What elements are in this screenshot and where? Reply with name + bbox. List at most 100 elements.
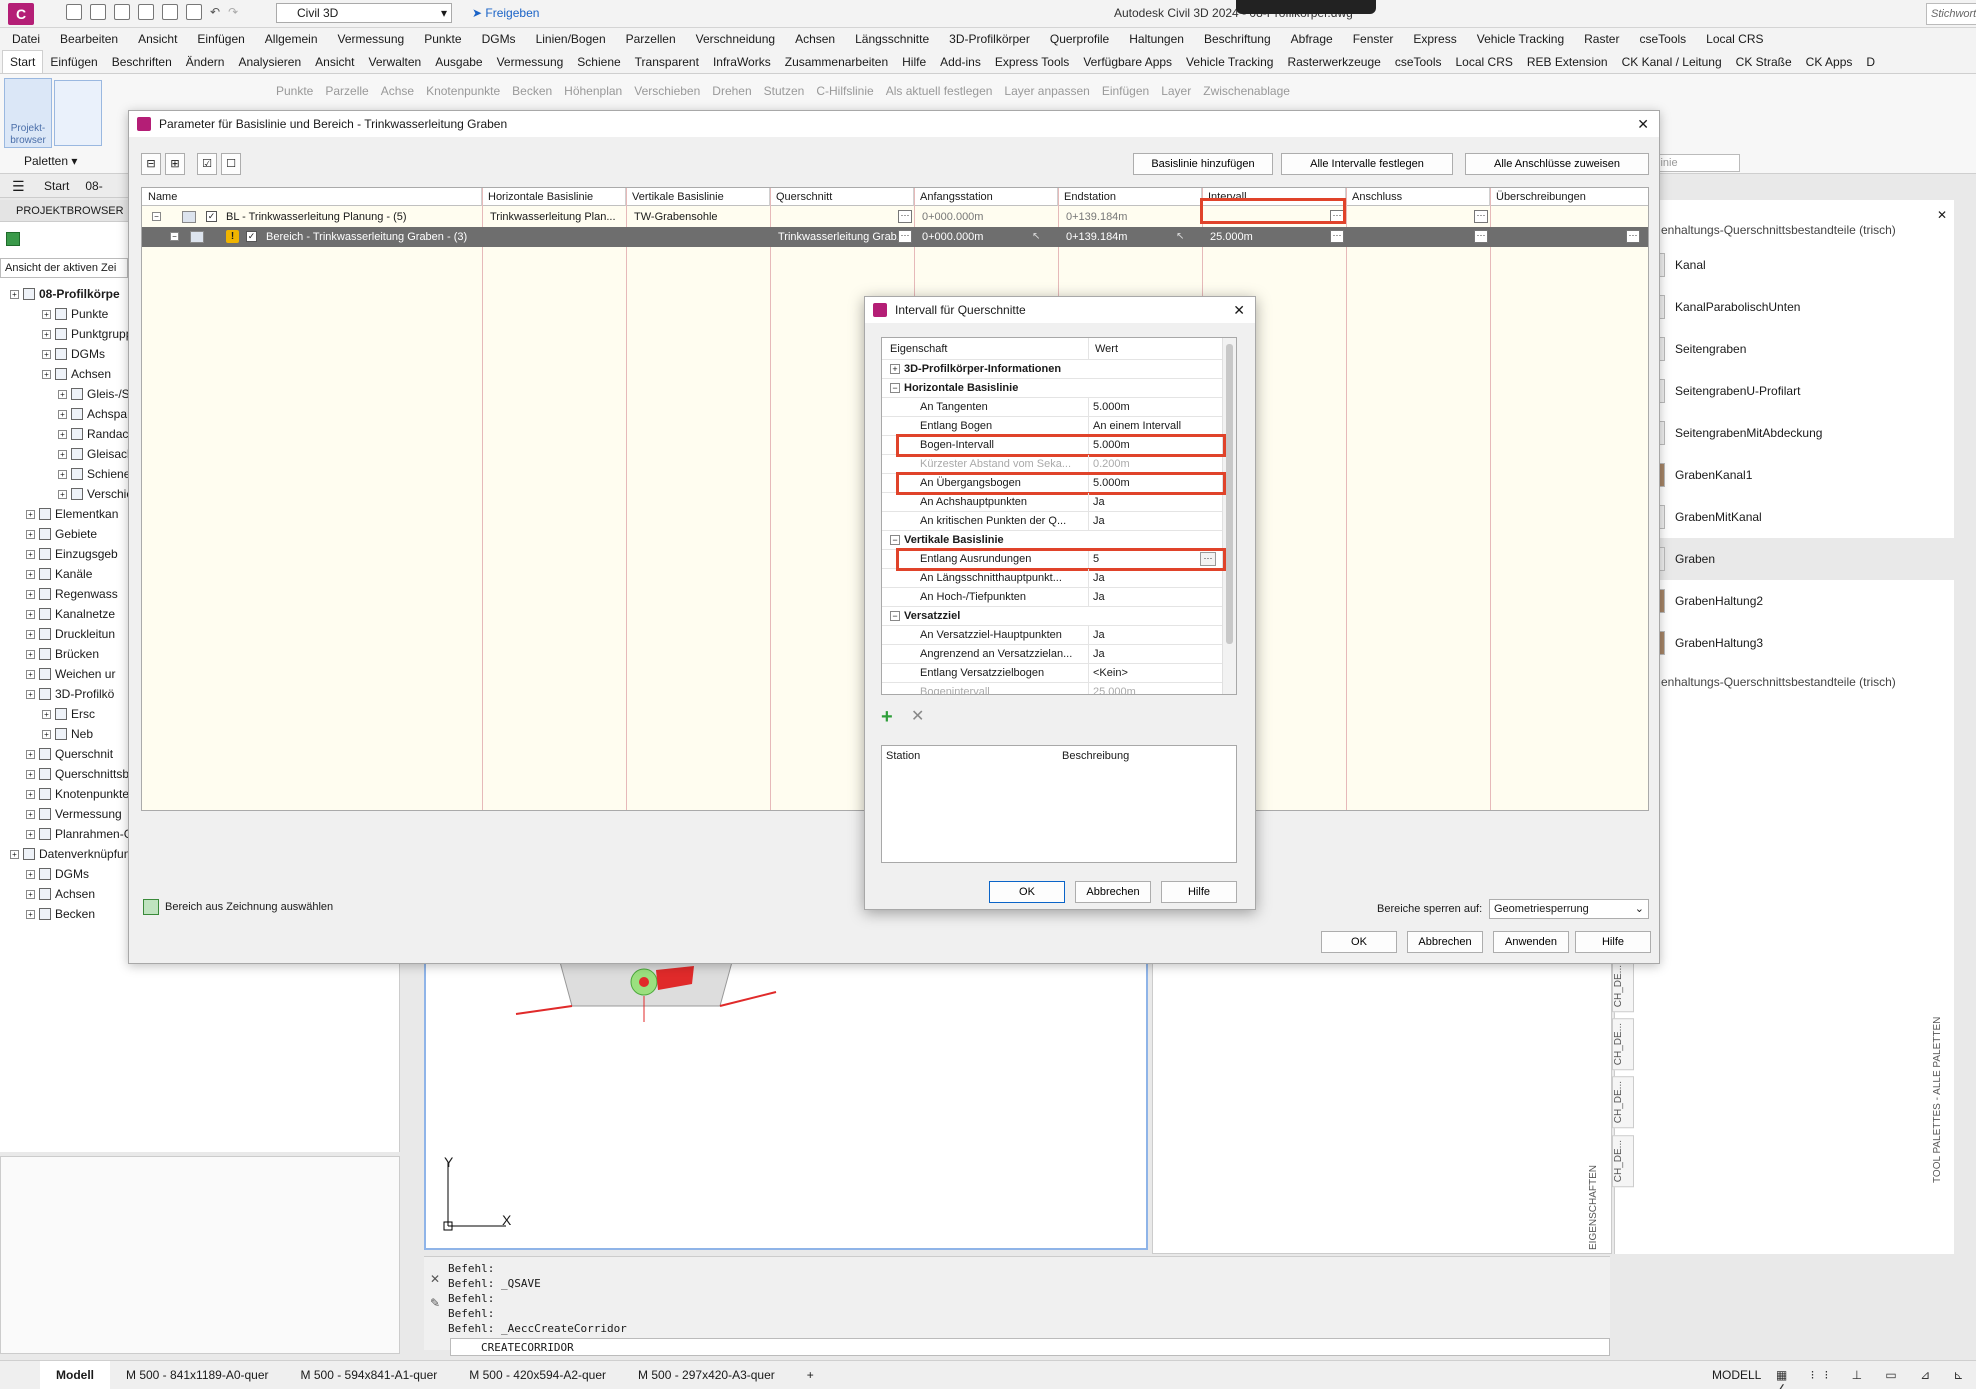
expand-icon[interactable]: + [58, 409, 67, 419]
menu-vehicle-tracking[interactable]: Vehicle Tracking [1467, 28, 1574, 50]
pick-station-icon[interactable]: ↖ [1032, 231, 1040, 242]
property-row[interactable]: An Achshauptpunkten Ja [882, 493, 1222, 512]
menu-local-crs[interactable]: Local CRS [1696, 28, 1773, 50]
remove-station-icon[interactable]: ✕ [911, 707, 924, 727]
secondary-viewport[interactable] [1152, 960, 1612, 1254]
collapse-icon[interactable]: − [170, 232, 179, 241]
palette-item-grabenkanal1[interactable]: GrabenKanal1 [1615, 454, 1954, 496]
expand-icon[interactable]: + [42, 709, 51, 719]
tab-rasterwerkzeuge[interactable]: Rasterwerkzeuge [1280, 50, 1387, 74]
category-expander-icon[interactable]: + [890, 364, 900, 374]
cell-name[interactable]: Bereich - Trinkwasserleitung Graben - (3… [262, 227, 482, 247]
expand-icon[interactable]: + [26, 609, 35, 619]
tab-einfügen[interactable]: Einfügen [43, 50, 104, 74]
row-checkbox[interactable]: ✓ [246, 231, 257, 242]
expand-icon[interactable]: + [26, 769, 35, 779]
palette-item-graben[interactable]: Graben [1615, 538, 1954, 580]
add-station-icon[interactable]: + [881, 707, 893, 727]
property-value[interactable]: Ja [1088, 645, 1222, 664]
expand-icon[interactable]: + [26, 909, 35, 919]
property-value[interactable]: Ja [1088, 512, 1222, 531]
property-row[interactable]: An Versatzziel-Hauptpunkten Ja [882, 626, 1222, 645]
cell-horizontal[interactable] [486, 227, 626, 247]
select-region-from-drawing[interactable]: Bereich aus Zeichnung auswählen [143, 899, 333, 915]
save-as-icon[interactable] [138, 4, 154, 20]
save-icon[interactable] [114, 4, 130, 20]
expand-icon[interactable]: + [26, 869, 35, 879]
property-category[interactable]: − Versatzziel [882, 607, 1222, 626]
palette-item-grabenmitkanal[interactable]: GrabenMitKanal [1615, 496, 1954, 538]
tab-schiene[interactable]: Schiene [570, 50, 627, 74]
layout-tab-3[interactable]: M 500 - 420x594-A2-quer [453, 1361, 622, 1389]
layout-tab-1[interactable]: M 500 - 841x1189-A0-quer [110, 1361, 285, 1389]
property-value[interactable]: <Kein> [1088, 664, 1222, 683]
expand-icon[interactable]: + [42, 729, 51, 739]
expand-icon[interactable]: + [26, 689, 35, 699]
property-row[interactable]: An kritischen Punkten der Q... Ja [882, 512, 1222, 531]
main-help-button[interactable]: Hilfe [1575, 931, 1651, 953]
palette-item-grabenhaltung3[interactable]: GrabenHaltung3 [1615, 622, 1954, 664]
ellipsis-button[interactable]: ··· [1330, 230, 1344, 243]
expand-icon[interactable]: + [26, 589, 35, 599]
cell-interval[interactable]: 25.000m [1206, 227, 1346, 247]
ellipsis-button[interactable]: ··· [898, 230, 912, 243]
cell-vertical[interactable]: TW-Grabensohle [630, 207, 770, 227]
expand-icon[interactable]: + [42, 369, 51, 379]
property-category[interactable]: − Horizontale Basislinie [882, 379, 1222, 398]
expand-icon[interactable]: + [26, 509, 35, 519]
cell-name[interactable]: BL - Trinkwasserleitung Planung - (5) [222, 207, 482, 227]
project-browser-button[interactable]: Projekt-browser [4, 78, 52, 148]
menu-abfrage[interactable]: Abfrage [1281, 28, 1343, 50]
tab-ck-straße[interactable]: CK Straße [1729, 50, 1799, 74]
app-logo-icon[interactable]: C [8, 3, 34, 25]
expand-icon[interactable]: + [26, 809, 35, 819]
expand-icon[interactable]: + [26, 889, 35, 899]
tab-d[interactable]: D [1859, 50, 1882, 74]
main-cancel-button[interactable]: Abbrechen [1407, 931, 1483, 953]
layout-tab-0[interactable]: Modell [40, 1361, 110, 1389]
tab-hilfe[interactable]: Hilfe [895, 50, 933, 74]
ribbon-layer-button[interactable]: Layer [1155, 82, 1197, 100]
property-value[interactable]: Ja [1088, 493, 1222, 512]
layout-tab-4[interactable]: M 500 - 297x420-A3-quer [622, 1361, 791, 1389]
ribbon-parzelle-button[interactable]: Parzelle [319, 82, 374, 100]
menu-allgemein[interactable]: Allgemein [255, 28, 328, 50]
expand-icon[interactable]: + [26, 789, 35, 799]
model-mode-label[interactable]: MODELL [1712, 1368, 1761, 1382]
ribbon-als-aktuell-festlegen-button[interactable]: Als aktuell festlegen [880, 82, 999, 100]
expand-icon[interactable]: + [26, 829, 35, 839]
station-list[interactable]: Station Beschreibung [881, 745, 1237, 863]
cell-horizontal[interactable]: Trinkwasserleitung Plan... [486, 207, 626, 227]
collapse-icon[interactable]: ⊞ [165, 153, 185, 175]
uncheck-all-icon[interactable]: ☐ [221, 153, 241, 175]
property-category[interactable]: +3D-Profilkörper-Informationen [882, 360, 1222, 379]
expand-icon[interactable]: + [26, 669, 35, 679]
interval-help-button[interactable]: Hilfe [1161, 881, 1237, 903]
interval-cancel-button[interactable]: Abbrechen [1075, 881, 1151, 903]
tab-vermessung[interactable]: Vermessung [490, 50, 571, 74]
ribbon-becken-button[interactable]: Becken [506, 82, 558, 100]
column-header-anschluss[interactable]: Anschluss [1346, 188, 1490, 206]
property-value[interactable]: Ja [1088, 569, 1222, 588]
menu-einfügen[interactable]: Einfügen [187, 28, 254, 50]
command-close-icon[interactable]: ✕ [430, 1272, 440, 1286]
category-expander-icon[interactable]: − [890, 611, 900, 621]
property-scrollbar[interactable] [1222, 338, 1236, 694]
lock-regions-dropdown[interactable]: Geometriesperrung ⌄ [1489, 899, 1649, 919]
menu-datei[interactable]: Datei [2, 28, 50, 50]
command-input[interactable]: CREATECORRIDOR [481, 1341, 574, 1354]
tab-add-ins[interactable]: Add-ins [933, 50, 988, 74]
share-button[interactable]: ➤ Freigeben [472, 6, 539, 20]
property-value[interactable]: Ja [1088, 626, 1222, 645]
expand-icon[interactable]: + [58, 469, 67, 479]
property-row[interactable]: Entlang Versatzzielbogen <Kein> [882, 664, 1222, 683]
tab-beschriften[interactable]: Beschriften [105, 50, 179, 74]
filter-icon[interactable]: ⊟ [141, 153, 161, 175]
menu-parzellen[interactable]: Parzellen [616, 28, 686, 50]
column-header-vertikale-basislinie[interactable]: Vertikale Basislinie [626, 188, 770, 206]
add-baseline-button[interactable]: Basislinie hinzufügen [1133, 153, 1273, 175]
paletten-dropdown[interactable]: Paletten ▾ [24, 154, 77, 168]
ribbon-punkte-button[interactable]: Punkte [270, 82, 319, 100]
menu-punkte[interactable]: Punkte [414, 28, 471, 50]
palette-item-grabenhaltung2[interactable]: GrabenHaltung2 [1615, 580, 1954, 622]
